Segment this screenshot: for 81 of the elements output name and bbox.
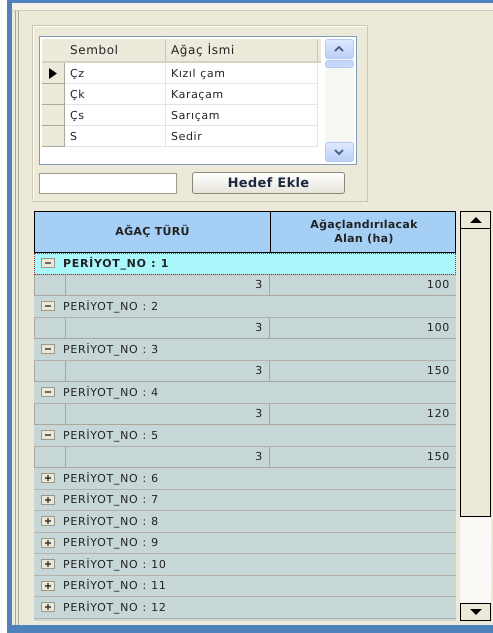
expand-button[interactable]: [41, 602, 55, 612]
indent-cell: [34, 404, 65, 425]
table-cell: 3: [65, 404, 269, 425]
table-cell: Sedir: [166, 126, 318, 147]
plus-icon: [44, 582, 52, 590]
group-label: PERİYOT_NO : 7: [63, 493, 159, 506]
group-row[interactable]: PERİYOT_NO : 2: [34, 296, 456, 318]
group-row[interactable]: PERİYOT_NO : 11: [34, 576, 456, 597]
group-label: PERİYOT_NO : 1: [63, 256, 170, 270]
row-header[interactable]: [42, 63, 65, 84]
collapse-button[interactable]: [41, 258, 55, 268]
group-label: PERİYOT_NO : 11: [63, 579, 167, 592]
group-row[interactable]: PERİYOT_NO : 4: [34, 382, 456, 404]
table-cell: 150: [269, 360, 456, 382]
table-cell: 100: [269, 318, 456, 339]
column-header[interactable]: Sembol: [65, 39, 166, 61]
group-row[interactable]: PERİYOT_NO : 5: [34, 425, 456, 446]
caret-down-icon: [333, 148, 346, 156]
indent-cell: [34, 360, 65, 382]
table-cell: Çk: [65, 84, 166, 105]
table-cell: 100: [269, 274, 456, 296]
column-header[interactable]: Ağaç İsmi: [166, 39, 318, 61]
plus-icon: [44, 474, 52, 482]
expand-button[interactable]: [41, 559, 55, 570]
table-cell: 3: [65, 360, 269, 382]
table-cell: S: [65, 126, 166, 147]
add-target-button[interactable]: Hedef Ekle: [192, 172, 345, 194]
table-cell: 150: [269, 446, 456, 468]
group-label: PERİYOT_NO : 5: [63, 428, 159, 442]
column-header[interactable]: Ağaçlandırılacak Alan (ha): [270, 212, 457, 252]
table-cell: Çs: [65, 105, 166, 126]
group-row[interactable]: PERİYOT_NO : 3: [34, 339, 456, 360]
group-row[interactable]: PERİYOT_NO : 1: [34, 253, 456, 274]
table-cell: Sarıçam: [166, 105, 318, 126]
plus-icon: [44, 496, 52, 504]
column-header[interactable]: AĞAÇ TÜRÜ: [35, 212, 270, 252]
indent-cell: [34, 318, 65, 339]
collapse-button[interactable]: [41, 430, 55, 440]
plus-icon: [44, 560, 52, 568]
plus-icon: [44, 603, 52, 612]
collapse-button[interactable]: [41, 344, 55, 354]
input-field[interactable]: [39, 172, 177, 194]
expand-button[interactable]: [41, 580, 55, 591]
indent-cell: [34, 274, 65, 296]
triangle-down-icon: [470, 609, 482, 615]
group-row[interactable]: PERİYOT_NO : 7: [34, 490, 456, 511]
group-label: PERİYOT_NO : 6: [63, 472, 159, 485]
group-row[interactable]: PERİYOT_NO : 6: [34, 468, 456, 490]
scrollbar-thumb[interactable]: [460, 229, 491, 517]
group-row[interactable]: PERİYOT_NO : 10: [34, 554, 456, 576]
expand-button[interactable]: [41, 538, 55, 548]
scroll-down-button[interactable]: [460, 603, 491, 621]
table-cell: Kızıl çam: [166, 63, 318, 84]
collapse-button[interactable]: [41, 387, 55, 398]
table-cell: 3: [65, 446, 269, 468]
group-row[interactable]: PERİYOT_NO : 8: [34, 511, 456, 532]
table-cell: 120: [269, 404, 456, 425]
table-cell: Karaçam: [166, 84, 318, 105]
group-row[interactable]: PERİYOT_NO : 12: [34, 597, 456, 618]
collapse-button[interactable]: [41, 301, 55, 312]
group-label: PERİYOT_NO : 8: [63, 514, 159, 528]
group-label: PERİYOT_NO : 2: [63, 300, 159, 313]
expand-button[interactable]: [41, 473, 55, 484]
table-cell: 3: [65, 274, 269, 296]
expand-button[interactable]: [41, 516, 55, 526]
group-label: PERİYOT_NO : 10: [63, 558, 167, 571]
indent-cell: [34, 446, 65, 468]
table-cell: 3: [65, 318, 269, 339]
table-cell: Çz: [65, 63, 166, 84]
scroll-up-button[interactable]: [460, 211, 491, 229]
caret-up-icon: [333, 45, 346, 53]
plus-icon: [44, 517, 52, 526]
expand-button[interactable]: [41, 494, 55, 505]
group-label: PERİYOT_NO : 12: [63, 600, 167, 614]
row-pointer-icon: [49, 68, 57, 78]
group-label: PERİYOT_NO : 9: [63, 536, 159, 550]
group-row[interactable]: PERİYOT_NO : 9: [34, 532, 456, 554]
group-label: PERİYOT_NO : 3: [63, 342, 159, 356]
triangle-up-icon: [470, 217, 482, 223]
plus-icon: [44, 538, 52, 547]
group-label: PERİYOT_NO : 4: [63, 386, 159, 399]
